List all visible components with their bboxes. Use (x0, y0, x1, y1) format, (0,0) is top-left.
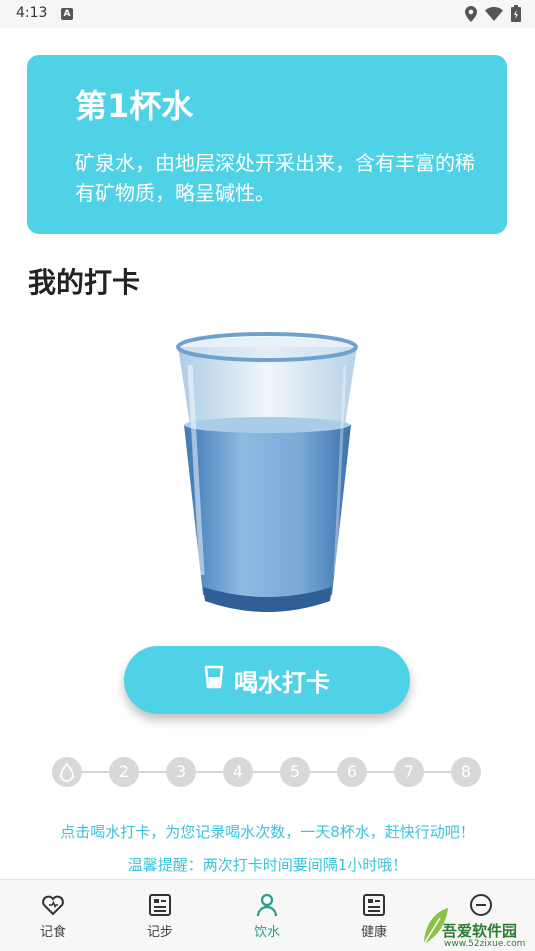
progress-step-6: 6 (337, 757, 367, 787)
status-time: 4:13 (16, 5, 48, 21)
progress-step-4: 4 (223, 757, 253, 787)
tab-health[interactable]: 健康 (334, 892, 414, 940)
tab-food-label: 记食 (39, 925, 66, 940)
list-icon (149, 894, 171, 916)
cup-description: 矿泉水，由地层深处开采出来，含有丰富的稀有矿物质，略呈碱性。 (75, 151, 475, 205)
status-bar: 4:13 A (0, 0, 535, 28)
status-icons (465, 5, 521, 26)
hint-text: 点击喝水打卡，为您记录喝水次数，一天8杯水，赶快行动吧！ (60, 823, 475, 841)
watermark-logo: 吾爱软件园 www.52zixue.com (420, 898, 535, 951)
progress-step-8: 8 (451, 757, 481, 787)
heart-icon (42, 895, 64, 916)
wifi-icon (485, 6, 503, 25)
watermark-url: www.52zixue.com (444, 939, 526, 949)
battery-icon (511, 5, 521, 26)
watermark-title: 吾爱软件园 (442, 922, 518, 940)
progress-step-3: 3 (166, 757, 196, 787)
cup-icon (204, 665, 224, 695)
progress-step-2: 2 (109, 757, 139, 787)
drink-checkin-label: 喝水打卡 (234, 668, 330, 697)
report-icon (363, 894, 385, 916)
tab-steps-label: 记步 (146, 925, 173, 940)
progress-step-7: 7 (394, 757, 424, 787)
notification-icon: A (61, 8, 73, 20)
tab-steps[interactable]: 记步 (120, 892, 200, 940)
tab-food[interactable]: 记食 (13, 892, 93, 940)
tab-health-label: 健康 (360, 925, 387, 940)
progress-steps: 2 3 4 5 6 7 8 (50, 757, 490, 787)
drink-checkin-button[interactable]: 喝水打卡 (124, 646, 410, 714)
section-title: 我的打卡 (28, 266, 141, 299)
water-glass-illustration (160, 325, 375, 625)
progress-step-5: 5 (280, 757, 310, 787)
progress-step-1 (52, 757, 82, 787)
tab-water[interactable]: 饮水 (227, 892, 307, 940)
water-info-card: 第1杯水 矿泉水，由地层深处开采出来，含有丰富的稀有矿物质，略呈碱性。 (27, 55, 507, 234)
person-icon (256, 893, 278, 917)
reminder-text: 温馨提醒：两次打卡时间要间隔1小时哦！ (127, 856, 408, 874)
location-icon (465, 5, 477, 26)
tab-water-label: 饮水 (253, 925, 280, 940)
cup-title: 第1杯水 (75, 87, 194, 125)
drop-icon (60, 762, 74, 782)
